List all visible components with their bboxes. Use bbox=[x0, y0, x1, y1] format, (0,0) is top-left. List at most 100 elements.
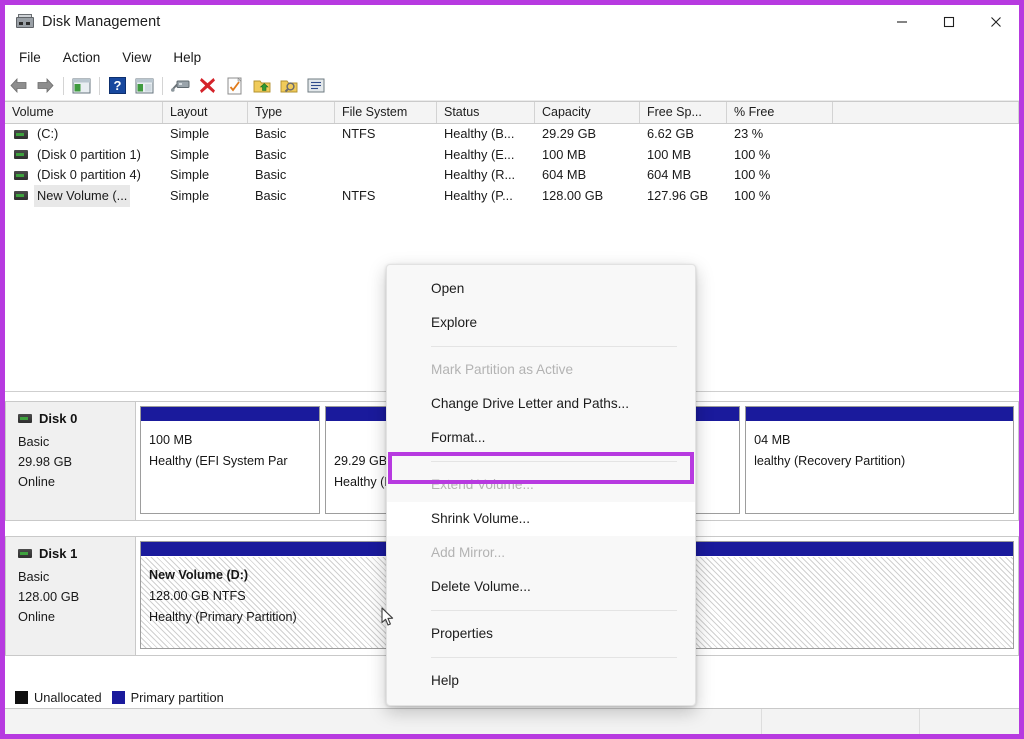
status-segment-1 bbox=[5, 709, 762, 734]
partition-status: lealthy (Recovery Partition) bbox=[754, 454, 906, 468]
cell-layout: Simple bbox=[170, 187, 210, 203]
menu-item-action[interactable]: Action bbox=[52, 48, 112, 67]
status-segment-2 bbox=[762, 709, 921, 734]
help-icon[interactable]: ? bbox=[105, 74, 130, 98]
menu-item-file[interactable]: File bbox=[8, 48, 52, 67]
cell-type: Basic bbox=[255, 167, 287, 183]
disk-info-0[interactable]: Disk 0 Basic 29.98 GB Online bbox=[5, 401, 136, 521]
cell-capacity: 100 MB bbox=[542, 146, 587, 162]
volume-list-header: Volume Layout Type File System Status Ca… bbox=[5, 101, 1019, 124]
column-header-volume[interactable]: Volume bbox=[5, 102, 163, 123]
legend-item-primary-partition: Primary partition bbox=[111, 690, 224, 705]
create-volume-icon[interactable] bbox=[249, 74, 274, 98]
partition-bar bbox=[746, 407, 1013, 422]
volume-icon bbox=[14, 170, 28, 180]
disk-state-1: Online bbox=[18, 609, 55, 624]
cell-layout: Simple bbox=[170, 146, 210, 162]
context-menu-item-shrink-volume[interactable]: Shrink Volume... bbox=[387, 502, 695, 536]
table-row[interactable]: (Disk 0 partition 1) Simple Basic Health… bbox=[5, 145, 1019, 166]
cell-layout: Simple bbox=[170, 167, 210, 183]
column-header-file-system[interactable]: File System bbox=[335, 102, 437, 123]
context-menu-item-delete-volume[interactable]: Delete Volume... bbox=[387, 570, 695, 604]
volume-icon bbox=[14, 129, 28, 139]
close-button[interactable] bbox=[972, 5, 1019, 38]
minimize-button[interactable] bbox=[878, 5, 925, 38]
context-menu-item-mark-partition-as-active: Mark Partition as Active bbox=[431, 362, 574, 377]
cell-volume-label: (Disk 0 partition 4) bbox=[37, 167, 141, 183]
cell-status: Healthy (E... bbox=[444, 146, 515, 162]
context-menu-separator bbox=[431, 461, 677, 462]
cell-volume: (Disk 0 partition 4) bbox=[5, 164, 163, 186]
context-menu-item-format[interactable]: Format... bbox=[387, 421, 695, 455]
maximize-button[interactable] bbox=[925, 5, 972, 38]
column-header-capacity[interactable]: Capacity bbox=[535, 102, 640, 123]
column-header-blank[interactable] bbox=[833, 102, 1019, 123]
details-view-icon[interactable] bbox=[303, 74, 328, 98]
legend-item-unallocated: Unallocated bbox=[15, 690, 102, 705]
toolbar-separator bbox=[99, 76, 100, 95]
window-title: Disk Management bbox=[42, 13, 161, 30]
disk-name-0: Disk 0 bbox=[39, 411, 78, 426]
cell-volume-label: New Volume (... bbox=[34, 184, 131, 207]
partition-efi[interactable]: 100 MB Healthy (EFI System Par bbox=[140, 406, 320, 514]
cell-capacity: 29.29 GB bbox=[542, 126, 597, 142]
forward-icon[interactable] bbox=[33, 74, 58, 98]
cell-layout: Simple bbox=[170, 126, 210, 142]
svg-text:?: ? bbox=[114, 78, 122, 93]
legend-swatch-primary-partition bbox=[111, 690, 125, 704]
column-header-type[interactable]: Type bbox=[248, 102, 335, 123]
table-row[interactable]: (Disk 0 partition 4) Simple Basic Health… bbox=[5, 165, 1019, 186]
disk-type-1: Basic bbox=[18, 569, 50, 584]
cell-status: Healthy (R... bbox=[444, 167, 516, 183]
cell-free-space: 604 MB bbox=[647, 167, 692, 183]
cell-type: Basic bbox=[255, 187, 287, 203]
show-hide-console-tree-icon[interactable] bbox=[69, 74, 94, 98]
context-menu-item-extend-volume: Extend Volume... bbox=[431, 477, 534, 492]
context-menu-item-add-mirror: Add Mirror... bbox=[431, 545, 506, 560]
context-menu-item-explore[interactable]: Explore bbox=[387, 306, 695, 340]
menu-item-help[interactable]: Help bbox=[162, 48, 212, 67]
cell-volume-label: (Disk 0 partition 1) bbox=[37, 146, 141, 162]
context-menu-item-help[interactable]: Help bbox=[387, 664, 695, 698]
cell-free-space: 127.96 GB bbox=[647, 187, 709, 203]
partition-size: 100 MB bbox=[149, 433, 193, 447]
column-header-layout[interactable]: Layout bbox=[163, 102, 248, 123]
disk-state-0: Online bbox=[18, 474, 55, 489]
volume-icon bbox=[14, 150, 28, 160]
partition-bar bbox=[141, 407, 319, 422]
column-header-status[interactable]: Status bbox=[437, 102, 535, 123]
menu-bar: File Action View Help bbox=[5, 45, 1019, 69]
status-bar bbox=[5, 708, 1019, 734]
legend-swatch-unallocated bbox=[15, 690, 28, 704]
context-menu-item-open[interactable]: Open bbox=[387, 272, 695, 306]
partition-size: 04 MB bbox=[754, 433, 791, 447]
back-icon[interactable] bbox=[6, 74, 31, 98]
window-controls bbox=[878, 5, 1019, 38]
delete-icon[interactable] bbox=[195, 74, 220, 98]
disk-info-1[interactable]: Disk 1 Basic 128.00 GB Online bbox=[5, 536, 136, 656]
context-menu-separator bbox=[431, 610, 677, 611]
context-menu-item-change-drive-letter-and-paths[interactable]: Change Drive Letter and Paths... bbox=[387, 387, 695, 421]
properties-icon[interactable] bbox=[168, 74, 193, 98]
show-hide-action-pane-icon[interactable] bbox=[132, 74, 157, 98]
disk-icon bbox=[18, 414, 32, 423]
volume-icon bbox=[14, 191, 28, 201]
column-header-free-space[interactable]: Free Sp... bbox=[640, 102, 727, 123]
toolbar-separator bbox=[63, 76, 64, 95]
partition-recovery[interactable]: 04 MB lealthy (Recovery Partition) bbox=[745, 406, 1014, 514]
examine-volume-icon[interactable] bbox=[276, 74, 301, 98]
column-header-percent-free[interactable]: % Free bbox=[727, 102, 833, 123]
context-menu-separator bbox=[431, 346, 677, 347]
cell-status: Healthy (P... bbox=[444, 187, 513, 203]
rescan-disks-icon[interactable] bbox=[222, 74, 247, 98]
table-row[interactable]: New Volume (... Simple Basic NTFS Health… bbox=[5, 184, 1019, 207]
context-menu-item-properties[interactable]: Properties bbox=[387, 617, 695, 651]
cell-file-system: NTFS bbox=[342, 126, 376, 142]
volume-list-rows: (C:) Simple Basic NTFS Healthy (B... 29.… bbox=[5, 124, 1019, 207]
cell-status: Healthy (B... bbox=[444, 126, 515, 142]
menu-item-view[interactable]: View bbox=[111, 48, 162, 67]
toolbar-separator bbox=[162, 76, 163, 95]
cell-capacity: 128.00 GB bbox=[542, 187, 604, 203]
cell-volume: (C:) bbox=[5, 123, 163, 145]
table-row[interactable]: (C:) Simple Basic NTFS Healthy (B... 29.… bbox=[5, 124, 1019, 145]
